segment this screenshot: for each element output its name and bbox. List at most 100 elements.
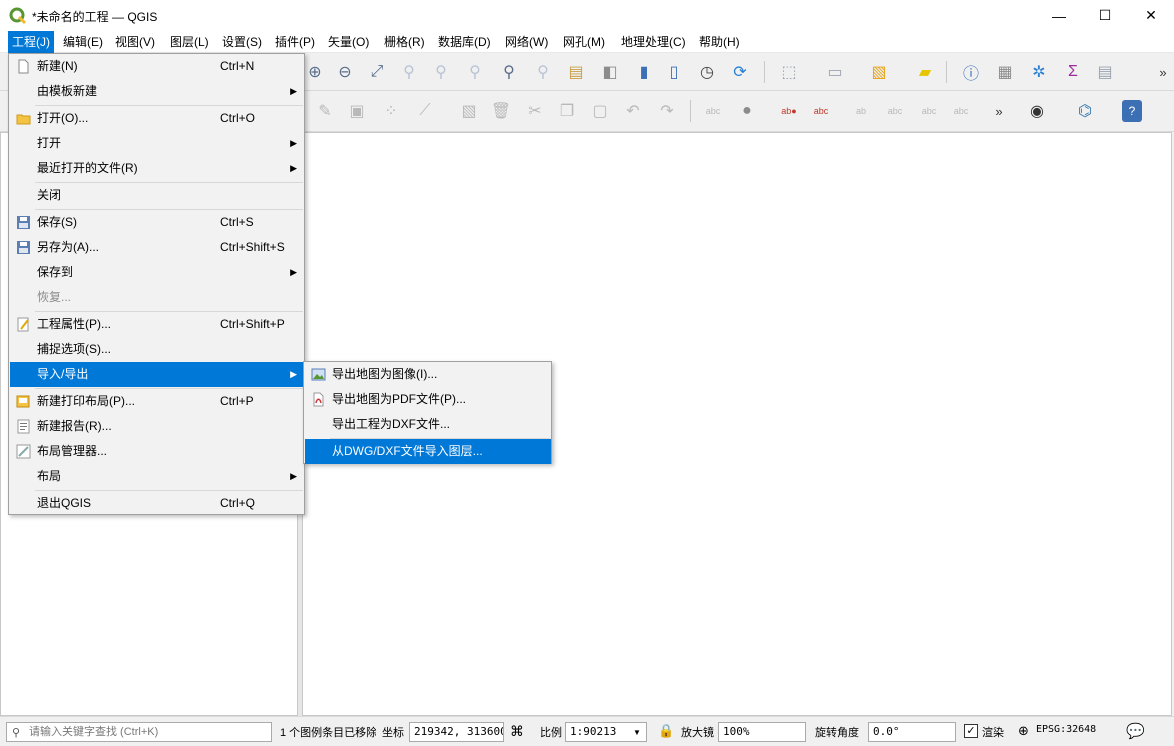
zoom-layer-icon[interactable]: ⚲: [428, 59, 454, 85]
undo-icon[interactable]: ↶: [620, 98, 646, 124]
select-features-icon[interactable]: ⬚: [776, 59, 802, 85]
menu-export-map-image[interactable]: 导出地图为图像(I)...: [305, 362, 551, 387]
globe-plugin-icon[interactable]: ◉: [1024, 98, 1050, 124]
menu-web[interactable]: 网络(W): [501, 31, 552, 53]
menu-snapping-options[interactable]: 捕捉选项(S)...: [10, 337, 303, 362]
zoom-out-icon[interactable]: ⊖: [332, 59, 358, 85]
lock-scale-icon[interactable]: 🔒: [658, 723, 674, 739]
toolbar-separator: [764, 61, 765, 83]
chevron-down-icon[interactable]: ▼: [633, 728, 641, 737]
maximize-button[interactable]: ☐: [1082, 0, 1128, 31]
menu-new-print-layout[interactable]: 新建打印布局(P)... Ctrl+P: [10, 389, 303, 414]
project-menu-dropdown: 新建(N) Ctrl+N 由模板新建 ▶ 打开(O)... Ctrl+O 打开 …: [8, 53, 305, 515]
menu-processing[interactable]: 地理处理(C): [617, 31, 690, 53]
rotate-label-icon[interactable]: abc: [916, 98, 942, 124]
menu-save-to[interactable]: 保存到 ▶: [10, 260, 303, 285]
zoom-full-icon[interactable]: ⤢: [364, 59, 390, 85]
menu-save-as[interactable]: 另存为(A)... Ctrl+Shift+S: [10, 235, 303, 260]
redo-icon[interactable]: ↷: [654, 98, 680, 124]
cut-features-icon[interactable]: ✂: [522, 98, 548, 124]
label-pinned-icon[interactable]: abc: [808, 98, 834, 124]
field-calculator-icon[interactable]: ▤: [1092, 59, 1118, 85]
deselect-icon[interactable]: ▧: [866, 59, 892, 85]
save-edits-icon[interactable]: ▣: [344, 98, 370, 124]
close-button[interactable]: ✕: [1128, 0, 1174, 31]
copy-features-icon[interactable]: ❐: [554, 98, 580, 124]
python-console-icon[interactable]: ⌬: [1072, 98, 1098, 124]
menu-vector[interactable]: 矢量(O): [324, 31, 373, 53]
minimize-button[interactable]: —: [1036, 0, 1082, 31]
menu-new-report[interactable]: 新建报告(R)...: [10, 414, 303, 439]
measure-icon[interactable]: ▦: [992, 59, 1018, 85]
crs-globe-icon[interactable]: ⊕: [1018, 723, 1029, 739]
magnifier-spinbox[interactable]: 100%: [718, 722, 806, 742]
toolbar-overflow-icon[interactable]: »: [986, 98, 1012, 124]
menu-open-from[interactable]: 打开 ▶: [10, 131, 303, 156]
menu-settings[interactable]: 设置(S): [218, 31, 266, 53]
statistics-sigma-icon[interactable]: Σ: [1060, 59, 1086, 85]
help-icon[interactable]: ?: [1122, 100, 1142, 122]
label-tool-icon[interactable]: abc: [700, 98, 726, 124]
menu-edit[interactable]: 编辑(E): [59, 31, 107, 53]
messages-icon[interactable]: 💬: [1126, 722, 1145, 740]
menu-database[interactable]: 数据库(D): [434, 31, 495, 53]
settings-gear-icon[interactable]: ✲: [1026, 59, 1052, 85]
change-label-icon[interactable]: abc: [948, 98, 974, 124]
attribute-table-icon[interactable]: ▭: [822, 59, 848, 85]
menu-save-project[interactable]: 保存(S) Ctrl+S: [10, 210, 303, 235]
temporal-controller-icon[interactable]: ◷: [694, 59, 720, 85]
menu-layouts[interactable]: 布局 ▶: [10, 464, 303, 489]
modify-attributes-icon[interactable]: ▧: [456, 98, 482, 124]
coordinate-field[interactable]: 219342, 3136002: [409, 722, 504, 742]
refresh-icon[interactable]: ⟳: [727, 59, 753, 85]
toggle-extents-icon[interactable]: ⌘: [510, 723, 524, 740]
identify-features-icon[interactable]: ⓘ: [958, 59, 984, 85]
move-label-icon[interactable]: ab: [848, 98, 874, 124]
menu-import-export[interactable]: 导入/导出 ▶: [10, 362, 303, 387]
new-map-view-icon[interactable]: ▤: [563, 59, 589, 85]
menu-export-map-pdf[interactable]: 导出地图为PDF文件(P)...: [305, 387, 551, 412]
zoom-next-icon[interactable]: ⚲: [530, 59, 556, 85]
menu-open-project[interactable]: 打开(O)... Ctrl+O: [10, 106, 303, 131]
toolbar-overflow-icon[interactable]: »: [1150, 59, 1174, 85]
bookmark-new-icon[interactable]: ▮: [631, 59, 657, 85]
render-checkbox[interactable]: ✓: [964, 724, 978, 738]
zoom-selection-icon[interactable]: ⚲: [396, 59, 422, 85]
menu-project-properties[interactable]: 工程属性(P)... Ctrl+Shift+P: [10, 312, 303, 337]
new-report-icon: [17, 419, 30, 434]
menu-exit-qgis[interactable]: 退出QGIS Ctrl+Q: [10, 491, 303, 516]
menu-layer[interactable]: 图层(L): [166, 31, 213, 53]
vertex-tool-icon[interactable]: ⟋: [412, 98, 438, 124]
new-3d-view-icon[interactable]: ◧: [597, 59, 623, 85]
pin-labels-icon[interactable]: ●: [734, 98, 760, 124]
menu-project[interactable]: 工程(J): [8, 31, 54, 53]
menu-close-project[interactable]: 关闭: [10, 183, 303, 208]
edit-pencil-icon[interactable]: ✎: [312, 98, 338, 124]
menu-plugins[interactable]: 插件(P): [271, 31, 319, 53]
add-point-icon[interactable]: ⁘: [378, 98, 404, 124]
rotation-spinbox[interactable]: 0.0°: [868, 722, 956, 742]
menu-new-project[interactable]: 新建(N) Ctrl+N: [10, 54, 303, 79]
menu-help[interactable]: 帮助(H): [695, 31, 744, 53]
menu-view[interactable]: 视图(V): [111, 31, 159, 53]
paste-features-icon[interactable]: ▢: [587, 98, 613, 124]
crs-label[interactable]: EPSG:32648: [1036, 724, 1096, 735]
delete-selected-icon[interactable]: 🗑: [488, 98, 514, 124]
status-bar: 请输入关键字查找 (Ctrl+K) ⚲ 1 个图例条目已移除 坐标 219342…: [0, 716, 1174, 746]
bookmarks-icon[interactable]: ▯: [661, 59, 687, 85]
locator-search-input[interactable]: 请输入关键字查找 (Ctrl+K): [6, 722, 272, 742]
menu-layout-manager[interactable]: 布局管理器...: [10, 439, 303, 464]
menu-recent-projects[interactable]: 最近打开的文件(R) ▶: [10, 156, 303, 181]
menu-mesh[interactable]: 网孔(M): [559, 31, 609, 53]
zoom-in-icon[interactable]: ⊕: [302, 59, 328, 85]
show-hide-labels-icon[interactable]: abc: [882, 98, 908, 124]
zoom-last-icon[interactable]: ⚲: [496, 59, 522, 85]
zoom-native-icon[interactable]: ⚲: [462, 59, 488, 85]
menu-new-from-template[interactable]: 由模板新建 ▶: [10, 79, 303, 104]
menu-export-project-dxf[interactable]: 导出工程为DXF文件...: [305, 412, 551, 437]
label-highlight-icon[interactable]: ab●: [776, 98, 802, 124]
menu-import-dwg-dxf[interactable]: 从DWG/DXF文件导入图层...: [305, 439, 551, 464]
submenu-arrow-icon: ▶: [290, 163, 297, 173]
menu-raster[interactable]: 栅格(R): [380, 31, 429, 53]
select-location-icon[interactable]: ▰: [912, 59, 938, 85]
